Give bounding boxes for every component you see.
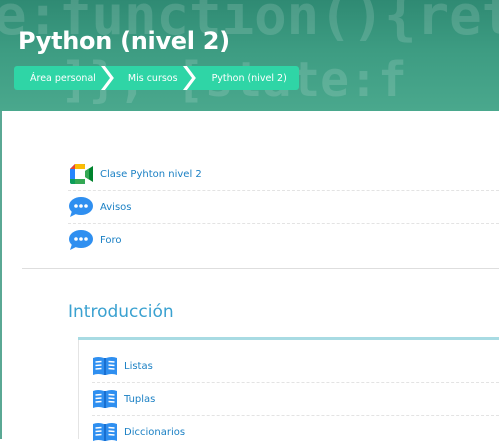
- breadcrumb-label: Área personal: [30, 72, 96, 84]
- course-header-banner: e:function(){retu ]};=[state:f Python (n…: [0, 0, 499, 111]
- breadcrumb-item-current-course[interactable]: Python (nivel 2): [187, 66, 299, 90]
- activity-forum-avisos[interactable]: Avisos: [68, 191, 499, 224]
- general-activity-list: Clase Pyhton nivel 2 Avisos Foro: [68, 158, 499, 256]
- forum-chat-icon: [68, 195, 96, 219]
- activity-label: Diccionarios: [124, 426, 186, 438]
- activity-forum-foro[interactable]: Foro: [68, 224, 499, 256]
- activity-book-listas[interactable]: Listas: [92, 350, 499, 383]
- breadcrumb-item-my-courses[interactable]: Mis cursos: [105, 66, 197, 90]
- activity-label: Foro: [100, 234, 122, 246]
- breadcrumb-label: Python (nivel 2): [211, 72, 287, 84]
- breadcrumb: Área personal Mis cursos Python (nivel 2…: [14, 66, 299, 90]
- section-border: [78, 340, 79, 439]
- activity-label: Clase Pyhton nivel 2: [100, 168, 202, 180]
- breadcrumb-separator: [100, 66, 115, 90]
- section-divider: [22, 268, 499, 269]
- section-title[interactable]: Introducción: [68, 302, 174, 322]
- section-accent-bar: [78, 337, 499, 340]
- section-activity-list: Listas Tuplas Diccionarios: [92, 350, 499, 448]
- breadcrumb-label: Mis cursos: [127, 72, 178, 84]
- activity-book-diccionarios[interactable]: Diccionarios: [92, 416, 499, 448]
- activity-label: Avisos: [100, 201, 132, 213]
- activity-label: Listas: [124, 360, 153, 372]
- forum-chat-icon: [68, 228, 96, 252]
- book-icon: [92, 387, 120, 411]
- breadcrumb-separator: [182, 66, 197, 90]
- activity-label: Tuplas: [124, 393, 156, 405]
- activity-meet-link[interactable]: Clase Pyhton nivel 2: [68, 158, 499, 191]
- book-icon: [92, 354, 120, 378]
- book-icon: [92, 420, 120, 444]
- google-meet-icon: [68, 162, 96, 186]
- page-title: Python (nivel 2): [18, 27, 230, 55]
- breadcrumb-item-home[interactable]: Área personal: [14, 66, 115, 90]
- content-left-edge: [0, 111, 2, 439]
- activity-book-tuplas[interactable]: Tuplas: [92, 383, 499, 416]
